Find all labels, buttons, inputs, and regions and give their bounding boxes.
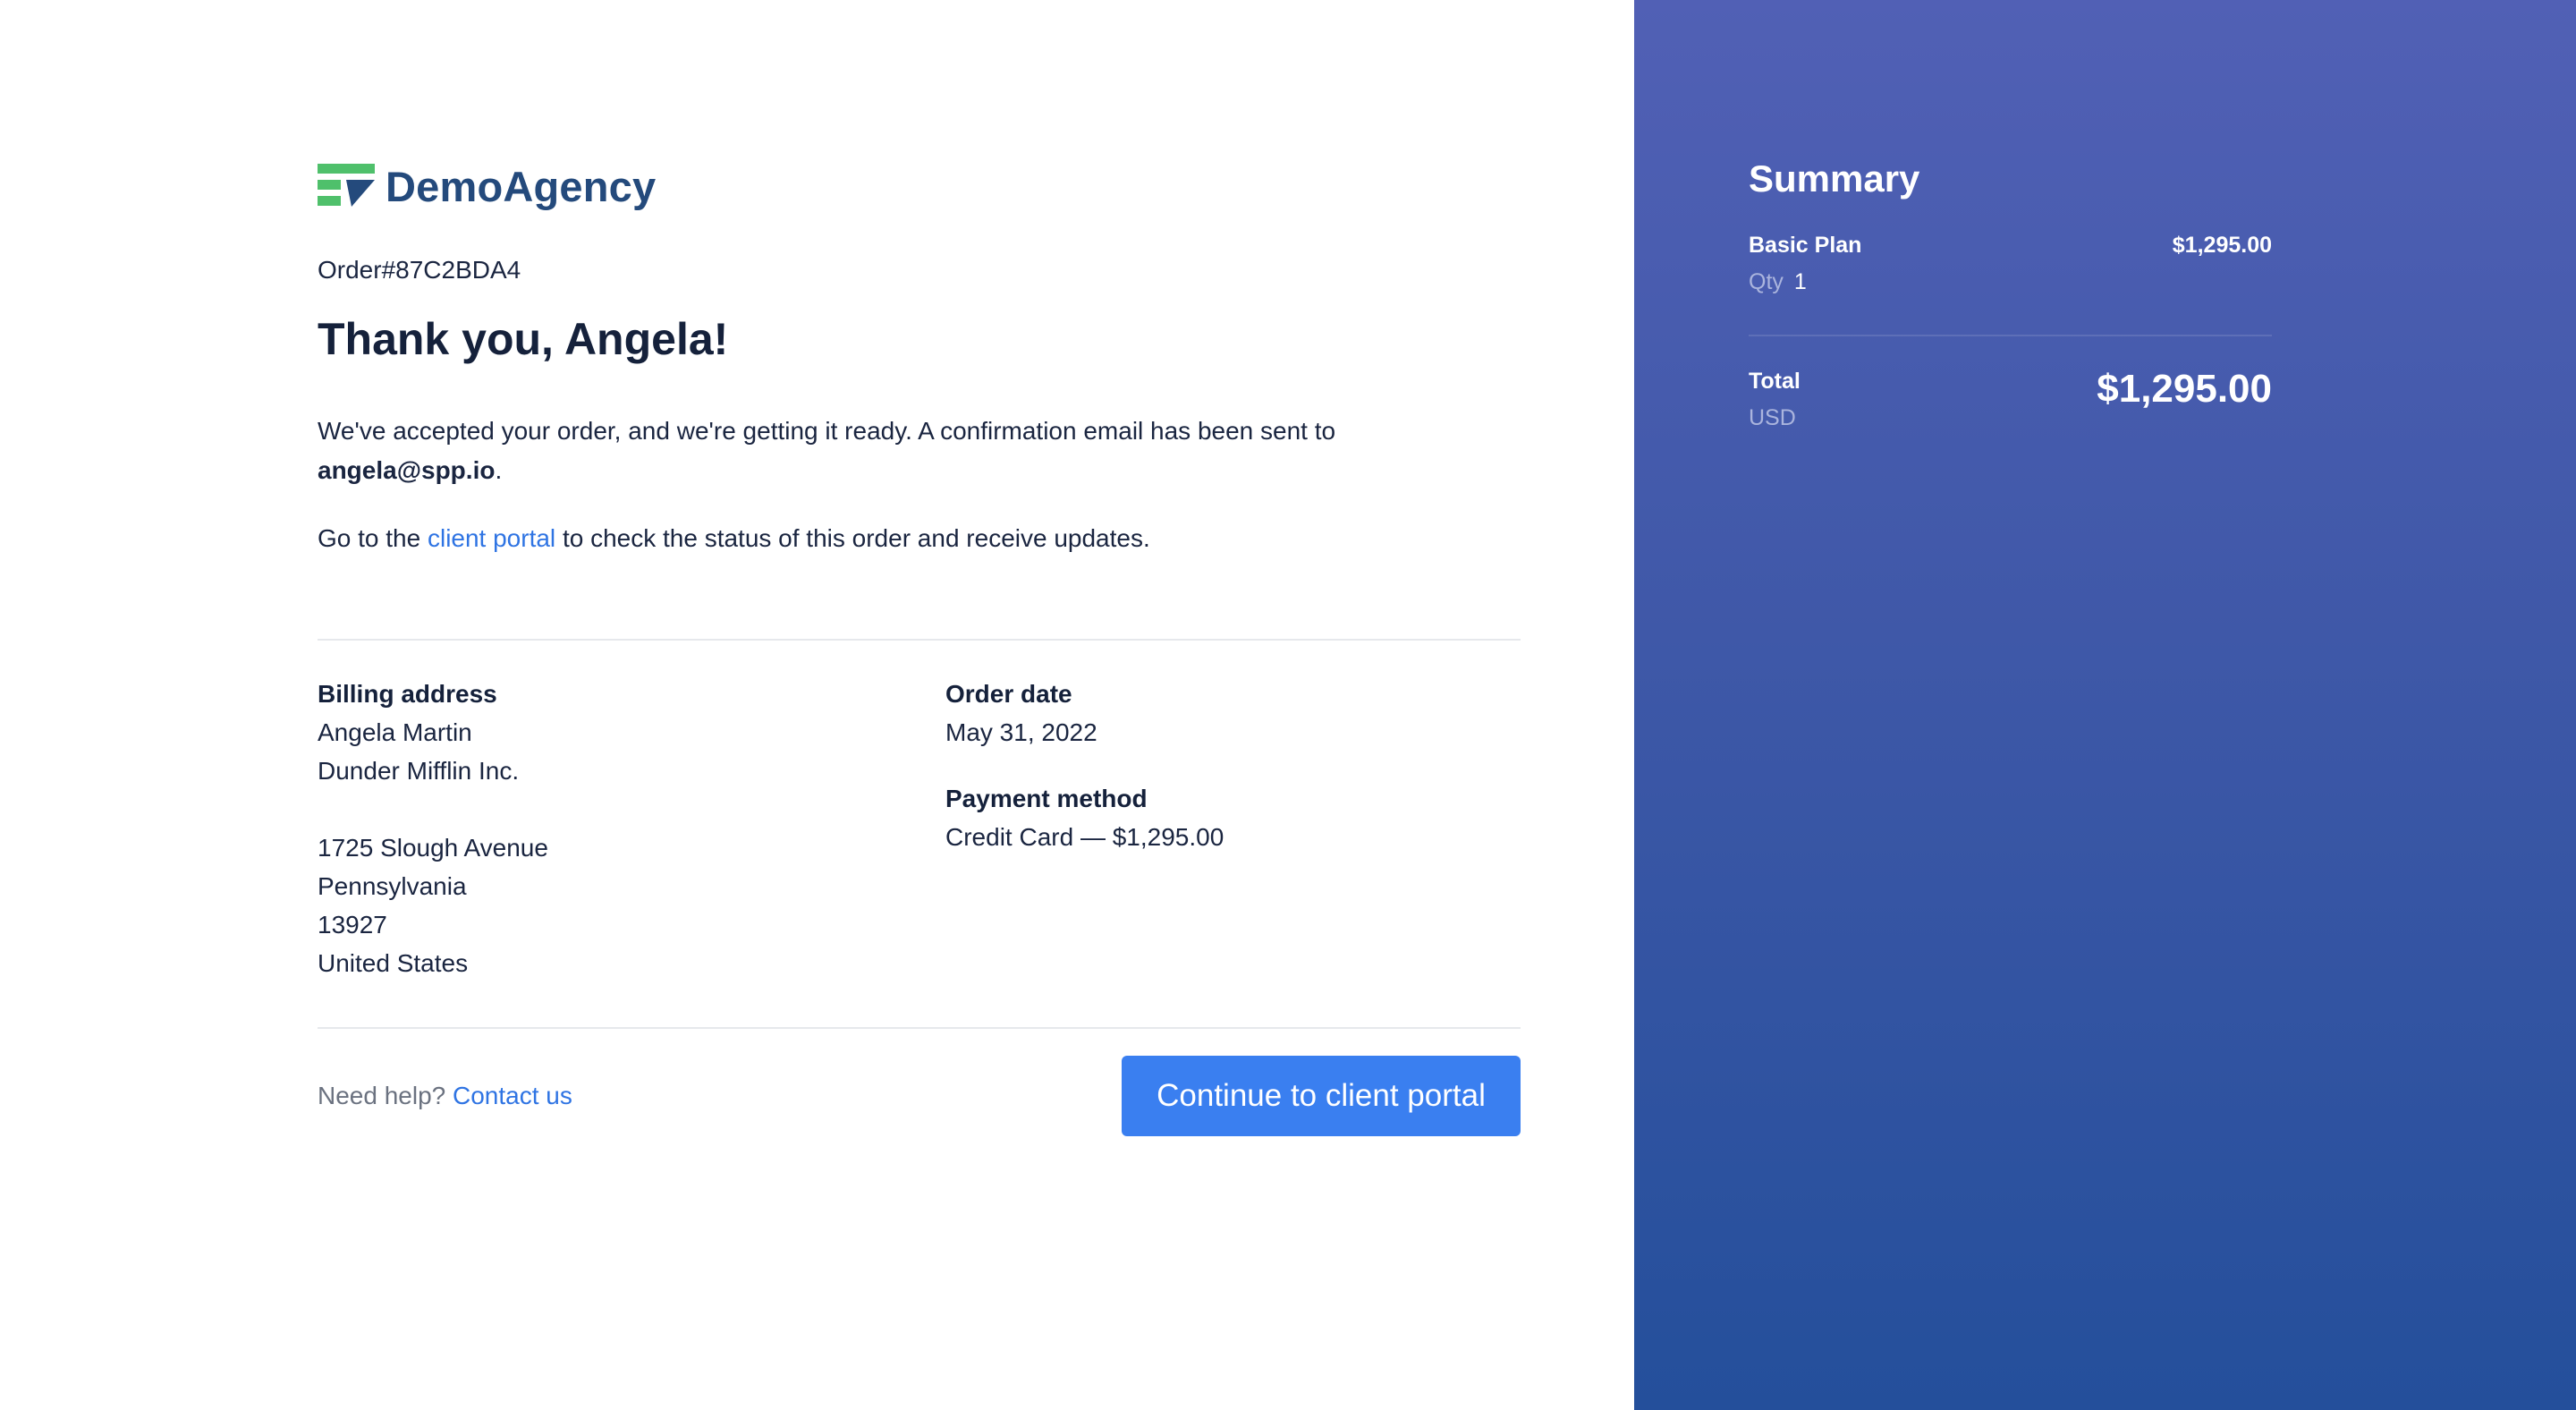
divider xyxy=(318,1027,1521,1029)
order-number: Order#87C2BDA4 xyxy=(318,256,521,284)
billing-zip: 13927 xyxy=(318,911,387,939)
portal-message: Go to the client portal to check the sta… xyxy=(318,519,1521,558)
line-item-info: Basic Plan Qty 1 xyxy=(1749,233,1861,295)
payment-method-value: Credit Card — $1,295.00 xyxy=(945,823,1224,851)
billing-name: Angela Martin xyxy=(318,718,472,746)
order-confirmation-page: DemoAgency Order#87C2BDA4 Thank you, Ang… xyxy=(0,0,2576,1410)
client-portal-link[interactable]: client portal xyxy=(428,524,555,552)
footer: Need help? Contact us Continue to client… xyxy=(318,1056,1521,1136)
total-row: Total USD $1,295.00 xyxy=(1749,367,2272,431)
billing-street: 1725 Slough Avenue xyxy=(318,834,548,862)
brand-logo: DemoAgency xyxy=(318,161,1521,211)
line-item-price: $1,295.00 xyxy=(2172,233,2272,258)
billing-address-section: Billing address Angela Martin Dunder Mif… xyxy=(318,675,945,982)
brand-logo-icon xyxy=(318,164,375,207)
order-content: DemoAgency Order#87C2BDA4 Thank you, Ang… xyxy=(318,161,1521,1136)
order-date-label: Order date xyxy=(945,680,1072,708)
confirmation-period: . xyxy=(495,456,503,484)
portal-suffix: to check the status of this order and re… xyxy=(562,524,1150,552)
summary-panel: Summary Basic Plan Qty 1 $1,295.00 Total … xyxy=(1634,0,2576,1410)
billing-address-label: Billing address xyxy=(318,680,497,708)
help-label: Need help? xyxy=(318,1082,446,1109)
contact-us-link[interactable]: Contact us xyxy=(453,1082,572,1109)
line-item-name: Basic Plan xyxy=(1749,233,1862,258)
currency-label: USD xyxy=(1749,405,1796,430)
line-item: Basic Plan Qty 1 $1,295.00 xyxy=(1749,233,2272,295)
order-info-section: Order date May 31, 2022 Payment method C… xyxy=(945,675,1518,982)
order-summary: Summary Basic Plan Qty 1 $1,295.00 Total … xyxy=(1749,157,2272,431)
line-item-qty: Qty 1 xyxy=(1749,269,1861,295)
continue-to-portal-button[interactable]: Continue to client portal xyxy=(1122,1056,1521,1136)
payment-method-label: Payment method xyxy=(945,785,1148,812)
summary-title: Summary xyxy=(1749,157,1920,200)
confirmation-email: angela@spp.io xyxy=(318,456,496,484)
total-info: Total USD xyxy=(1749,369,1801,431)
billing-company: Dunder Mifflin Inc. xyxy=(318,757,520,785)
thank-you-heading: Thank you, Angela! xyxy=(318,314,729,364)
brand-name: DemoAgency xyxy=(386,162,657,210)
order-date-value: May 31, 2022 xyxy=(945,718,1097,746)
summary-divider xyxy=(1749,335,2272,336)
total-label: Total xyxy=(1749,369,1801,394)
order-details: Billing address Angela Martin Dunder Mif… xyxy=(318,641,1521,1027)
qty-label: Qty xyxy=(1749,269,1784,294)
confirmation-text: We've accepted your order, and we're get… xyxy=(318,417,1336,445)
billing-state: Pennsylvania xyxy=(318,872,467,900)
order-details-panel: DemoAgency Order#87C2BDA4 Thank you, Ang… xyxy=(0,0,1634,1410)
qty-value: 1 xyxy=(1793,269,1807,294)
confirmation-message: We've accepted your order, and we're get… xyxy=(318,412,1521,490)
help-text: Need help? Contact us xyxy=(318,1082,572,1110)
portal-prefix: Go to the xyxy=(318,524,421,552)
billing-country: United States xyxy=(318,949,469,977)
total-amount: $1,295.00 xyxy=(2097,367,2272,411)
